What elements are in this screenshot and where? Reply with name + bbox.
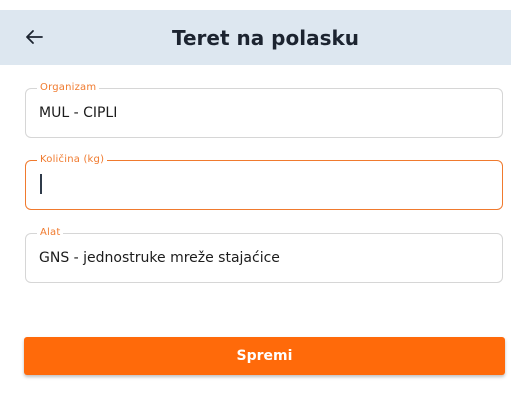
tool-label: Alat (37, 227, 64, 239)
organism-field[interactable]: Organizam MUL - CIPLI (25, 82, 503, 138)
organism-value: MUL - CIPLI (39, 105, 118, 121)
text-caret (40, 174, 42, 194)
quantity-input[interactable]: Količina (kg) (25, 154, 503, 210)
tool-value: GNS - jednostruke mreže stajaćice (39, 250, 280, 266)
tool-field[interactable]: Alat GNS - jednostruke mreže stajaćice (25, 227, 503, 283)
save-button[interactable]: Spremi (24, 337, 505, 375)
app-bar: Teret na polasku (0, 10, 511, 65)
organism-label: Organizam (37, 82, 100, 94)
back-button[interactable] (20, 23, 48, 51)
quantity-label: Količina (kg) (37, 154, 108, 166)
page-title: Teret na polasku (171, 25, 360, 50)
arrow-left-icon (26, 30, 43, 44)
